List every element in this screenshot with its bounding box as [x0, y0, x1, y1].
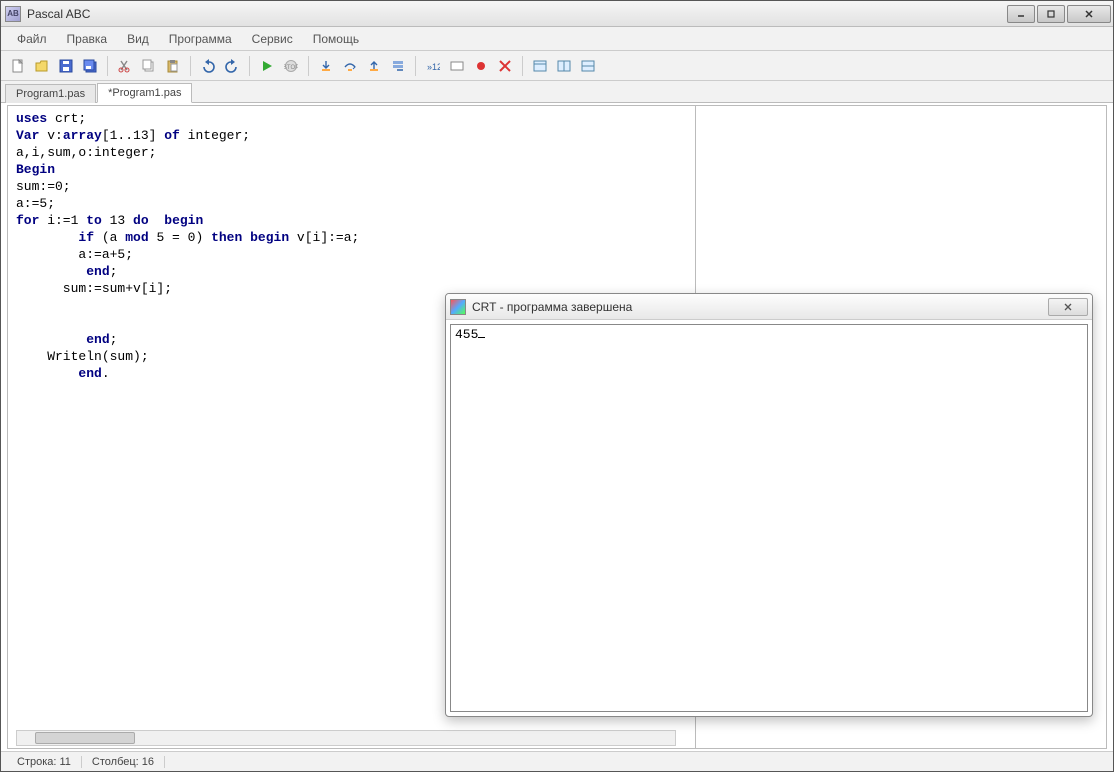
new-file-icon[interactable] [7, 55, 29, 77]
toolbar-separator [308, 56, 309, 76]
window-title: Pascal ABC [27, 7, 90, 21]
crt-titlebar[interactable]: CRT - программа завершена [446, 294, 1092, 320]
menu-item-правка[interactable]: Правка [59, 28, 116, 50]
step-over-icon[interactable] [339, 55, 361, 77]
tab-strip: Program1.pas*Program1.pas [1, 81, 1113, 103]
cursor-icon [478, 337, 485, 338]
toolbar: STOP »123 [1, 51, 1113, 81]
horizontal-scrollbar[interactable] [16, 730, 676, 746]
stop-icon[interactable]: STOP [280, 55, 302, 77]
app-icon: AB [5, 6, 21, 22]
svg-text:STOP: STOP [284, 65, 298, 71]
tab[interactable]: *Program1.pas [97, 83, 192, 103]
step-out-icon[interactable] [363, 55, 385, 77]
close-button[interactable] [1067, 5, 1111, 23]
watch-icon[interactable] [446, 55, 468, 77]
crt-title: CRT - программа завершена [472, 300, 632, 314]
crt-icon [450, 299, 466, 315]
status-column: Столбец: 16 [82, 756, 165, 768]
window2-icon[interactable] [553, 55, 575, 77]
status-line: Строка: 11 [7, 756, 82, 768]
open-icon[interactable] [31, 55, 53, 77]
titlebar: AB Pascal ABC [1, 1, 1113, 27]
crt-window: CRT - программа завершена 455 [445, 293, 1093, 717]
window3-icon[interactable] [577, 55, 599, 77]
crt-output: 455 [450, 324, 1088, 712]
statusbar: Строка: 11 Столбец: 16 [1, 751, 1113, 771]
toolbar-separator [522, 56, 523, 76]
run-icon[interactable] [256, 55, 278, 77]
tab[interactable]: Program1.pas [5, 84, 96, 103]
maximize-button[interactable] [1037, 5, 1065, 23]
cut-icon[interactable] [114, 55, 136, 77]
window1-icon[interactable] [529, 55, 551, 77]
minimize-button[interactable] [1007, 5, 1035, 23]
menu-item-файл[interactable]: Файл [9, 28, 55, 50]
scrollbar-thumb[interactable] [35, 732, 135, 744]
menubar: ФайлПравкаВидПрограммаСервисПомощь [1, 27, 1113, 51]
run-to-cursor-icon[interactable] [387, 55, 409, 77]
menu-item-программа[interactable]: Программа [161, 28, 240, 50]
step-into-icon[interactable] [315, 55, 337, 77]
breakpoint-icon[interactable] [470, 55, 492, 77]
clear-breakpoints-icon[interactable] [494, 55, 516, 77]
menu-item-сервис[interactable]: Сервис [244, 28, 301, 50]
save-all-icon[interactable] [79, 55, 101, 77]
copy-icon[interactable] [138, 55, 160, 77]
save-icon[interactable] [55, 55, 77, 77]
crt-output-text: 455 [455, 327, 478, 342]
trace-icon[interactable]: »123 [422, 55, 444, 77]
crt-close-button[interactable] [1048, 298, 1088, 316]
menu-item-помощь[interactable]: Помощь [305, 28, 367, 50]
toolbar-separator [415, 56, 416, 76]
toolbar-separator [107, 56, 108, 76]
toolbar-separator [190, 56, 191, 76]
menu-item-вид[interactable]: Вид [119, 28, 157, 50]
toolbar-separator [249, 56, 250, 76]
undo-icon[interactable] [197, 55, 219, 77]
paste-icon[interactable] [162, 55, 184, 77]
redo-icon[interactable] [221, 55, 243, 77]
svg-text:»123: »123 [427, 62, 440, 72]
